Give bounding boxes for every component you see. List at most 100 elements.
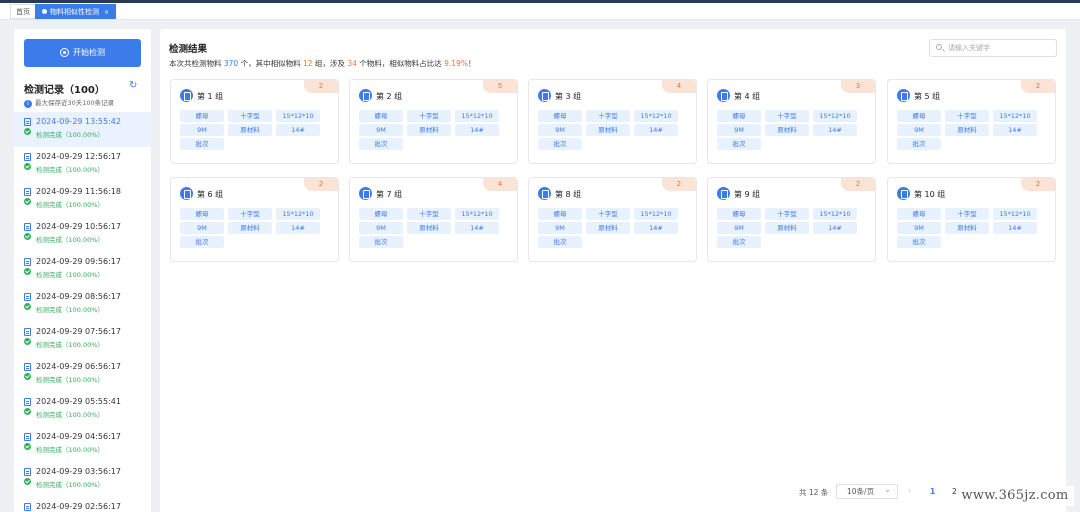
document-icon: [24, 328, 31, 336]
record-item[interactable]: 2024-09-29 06:56:17 检测完成（100.00%）: [14, 357, 151, 392]
record-item[interactable]: 2024-09-29 07:56:17 检测完成（100.00%）: [14, 322, 151, 357]
record-item[interactable]: 2024-09-29 11:56:18 检测完成（100.00%）: [14, 182, 151, 217]
document-icon: [24, 118, 31, 126]
record-status: 检测完成（100.00%）: [36, 131, 104, 139]
document-icon: [24, 468, 31, 476]
group-name: 第 1 组: [197, 92, 224, 101]
summary-ratio: 9.19%: [444, 59, 468, 68]
records-title: 检测记录（100）: [24, 85, 105, 96]
tab-home[interactable]: 首页: [10, 4, 36, 19]
group-card[interactable]: 2 第 8 组螺母 十字型 15*12*10 9M 原材料 14# 批次: [528, 177, 697, 262]
attribute-tag: 十字型: [228, 208, 272, 220]
record-item[interactable]: 2024-09-29 12:56:17 检测完成（100.00%）: [14, 147, 151, 182]
record-status: 检测完成（100.00%）: [36, 306, 104, 314]
close-icon[interactable]: ×: [104, 9, 109, 16]
group-name: 第 6 组: [197, 190, 224, 199]
check-circle-icon: [24, 268, 31, 275]
attribute-tag: 14#: [813, 124, 857, 136]
group-icon: [538, 187, 551, 200]
attribute-tag: 十字型: [407, 110, 451, 122]
record-item[interactable]: 2024-09-29 04:56:17 检测完成（100.00%）: [14, 427, 151, 462]
page-size-select[interactable]: 10条/页: [836, 483, 898, 499]
group-icon: [359, 89, 372, 102]
group-card[interactable]: 2 第 1 组螺母 十字型 15*12*10 9M 原材料 14# 批次: [170, 79, 339, 164]
prev-page-icon[interactable]: ‹: [908, 486, 911, 495]
record-item[interactable]: 2024-09-29 09:56:17 检测完成（100.00%）: [14, 252, 151, 287]
attribute-tag: 批次: [359, 138, 403, 150]
record-time: 2024-09-29 07:56:17: [36, 327, 121, 336]
summary-text: 个，其中相似物料: [238, 59, 303, 68]
group-card[interactable]: 2 第 10 组螺母 十字型 15*12*10 9M 原材料 14# 批次: [887, 177, 1056, 262]
attribute-tag: 14#: [993, 124, 1037, 136]
attribute-tag: 9M: [180, 124, 224, 136]
group-count-badge: 2: [1021, 178, 1055, 191]
group-count-badge: 4: [662, 80, 696, 93]
check-circle-icon: [24, 163, 31, 170]
search-icon: [936, 44, 942, 50]
group-card[interactable]: 5 第 2 组螺母 十字型 15*12*10 9M 原材料 14# 批次: [349, 79, 518, 164]
attribute-tag: 批次: [180, 236, 224, 248]
attribute-tag: 14#: [276, 124, 320, 136]
group-count-badge: 3: [841, 80, 875, 93]
results-title: 检测结果: [169, 44, 208, 55]
document-icon: [24, 503, 31, 511]
group-card[interactable]: 4 第 3 组螺母 十字型 15*12*10 9M 原材料 14# 批次: [528, 79, 697, 164]
pagination: 共 12 条 10条/页 ‹ 1 2: [160, 481, 1066, 501]
attribute-tag: 原材料: [407, 124, 451, 136]
group-icon: [717, 187, 730, 200]
page-1[interactable]: 1: [930, 487, 935, 496]
group-card[interactable]: 4 第 7 组螺母 十字型 15*12*10 9M 原材料 14# 批次: [349, 177, 518, 262]
attribute-tag: 原材料: [407, 222, 451, 234]
record-item[interactable]: 2024-09-29 10:56:17 检测完成（100.00%）: [14, 217, 151, 252]
attribute-tag: 14#: [276, 222, 320, 234]
attribute-tag: 批次: [717, 138, 761, 150]
attribute-tag: 螺母: [359, 110, 403, 122]
search-input[interactable]: 请输入关键字: [929, 39, 1057, 57]
watermark: www.365jz.com: [956, 486, 1074, 506]
record-status: 检测完成（100.00%）: [36, 481, 104, 489]
group-icon: [180, 89, 193, 102]
attribute-tag: 螺母: [359, 208, 403, 220]
group-card[interactable]: 2 第 6 组螺母 十字型 15*12*10 9M 原材料 14# 批次: [170, 177, 339, 262]
attribute-tag: 批次: [538, 236, 582, 248]
attribute-tag: 螺母: [538, 110, 582, 122]
record-status: 检测完成（100.00%）: [36, 201, 104, 209]
check-circle-icon: [24, 233, 31, 240]
tab-material-similarity[interactable]: 物料相似性检测 ×: [35, 4, 117, 19]
group-name: 第 8 组: [555, 190, 582, 199]
target-icon: [60, 48, 69, 57]
group-count-badge: 4: [483, 178, 517, 191]
group-name: 第 5 组: [914, 92, 941, 101]
group-card[interactable]: 2 第 9 组螺母 十字型 15*12*10 9M 原材料 14# 批次: [707, 177, 876, 262]
check-circle-icon: [24, 128, 31, 135]
attribute-tag: 原材料: [228, 222, 272, 234]
group-count-badge: 5: [483, 80, 517, 93]
attribute-tag: 螺母: [897, 208, 941, 220]
record-time: 2024-09-29 09:56:17: [36, 257, 121, 266]
refresh-icon[interactable]: ↻: [129, 80, 137, 91]
group-card[interactable]: 2 第 5 组螺母 十字型 15*12*10 9M 原材料 14# 批次: [887, 79, 1056, 164]
attribute-tag: 螺母: [717, 110, 761, 122]
record-item[interactable]: 2024-09-29 13:55:42 检测完成（100.00%）: [14, 112, 151, 147]
check-circle-icon: [24, 373, 31, 380]
attribute-tag: 原材料: [228, 124, 272, 136]
record-item[interactable]: 2024-09-29 08:56:17 检测完成（100.00%）: [14, 287, 151, 322]
attribute-tag: 14#: [634, 124, 678, 136]
group-icon: [897, 187, 910, 200]
attribute-tag: 原材料: [945, 222, 989, 234]
attribute-tag: 15*12*10: [455, 208, 499, 220]
record-item[interactable]: 2024-09-29 03:56:17 检测完成（100.00%）: [14, 462, 151, 497]
group-card[interactable]: 3 第 4 组螺母 十字型 15*12*10 9M 原材料 14# 批次: [707, 79, 876, 164]
tab-active-label: 物料相似性检测: [50, 8, 99, 16]
pagination-total: 共 12 条: [799, 488, 829, 497]
attribute-tag: 9M: [717, 222, 761, 234]
record-time: 2024-09-29 05:55:41: [36, 397, 121, 406]
record-item[interactable]: 2024-09-29 05:55:41 检测完成（100.00%）: [14, 392, 151, 427]
record-item[interactable]: 2024-09-29 02:56:17: [14, 497, 151, 512]
attribute-tag: 9M: [538, 124, 582, 136]
attribute-tag: 原材料: [586, 124, 630, 136]
check-circle-icon: [24, 478, 31, 485]
attribute-tag: 十字型: [945, 110, 989, 122]
start-detection-button[interactable]: 开始检测: [24, 39, 141, 67]
attribute-tag: 螺母: [180, 208, 224, 220]
